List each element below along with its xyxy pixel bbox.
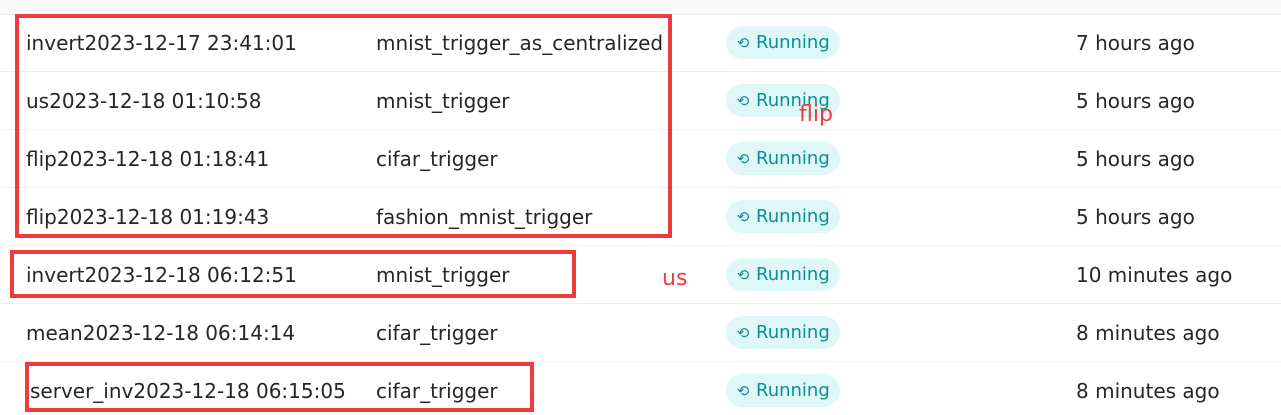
sync-icon: ⟲ bbox=[736, 208, 750, 226]
status-badge: ⟲ Running bbox=[726, 26, 840, 59]
status-label: Running bbox=[756, 380, 830, 401]
run-trigger: cifar_trigger bbox=[376, 379, 498, 403]
run-trigger: cifar_trigger bbox=[376, 147, 498, 171]
run-trigger: mnist_trigger bbox=[376, 263, 510, 287]
table-row[interactable]: server_inv2023-12-18 06:15:05 cifar_trig… bbox=[0, 362, 1281, 415]
run-name[interactable]: server_inv2023-12-18 06:15:05 bbox=[30, 362, 370, 415]
status-label: Running bbox=[756, 264, 830, 285]
run-name[interactable]: mean2023-12-18 06:14:14 bbox=[26, 304, 366, 362]
run-name[interactable]: invert2023-12-18 06:12:51 bbox=[26, 246, 366, 304]
status-badge: ⟲ Running bbox=[726, 374, 840, 407]
run-name[interactable]: us2023-12-18 01:10:58 bbox=[26, 72, 366, 130]
table-row[interactable]: mean2023-12-18 06:14:14 cifar_trigger ⟲ R… bbox=[0, 304, 1281, 362]
table-row[interactable]: us2023-12-18 01:10:58 mnist_trigger ⟲ Run… bbox=[0, 72, 1281, 130]
runs-table: invert2023-12-17 23:41:01 mnist_trigger_… bbox=[0, 0, 1281, 415]
run-name[interactable]: flip2023-12-18 01:18:41 bbox=[26, 130, 366, 188]
run-time: 5 hours ago bbox=[1076, 89, 1195, 113]
run-trigger: mnist_trigger_as_centralized bbox=[376, 31, 664, 55]
status-label: Running bbox=[756, 322, 830, 343]
run-time: 5 hours ago bbox=[1076, 205, 1195, 229]
status-label: Running bbox=[756, 206, 830, 227]
run-time: 8 minutes ago bbox=[1076, 321, 1220, 345]
sync-icon: ⟲ bbox=[736, 382, 750, 400]
sync-icon: ⟲ bbox=[736, 150, 750, 168]
sync-icon: ⟲ bbox=[736, 92, 750, 110]
annotation-label-flip: flip bbox=[799, 102, 833, 127]
run-trigger: mnist_trigger bbox=[376, 89, 510, 113]
run-time: 7 hours ago bbox=[1076, 31, 1195, 55]
run-time: 8 minutes ago bbox=[1076, 379, 1220, 403]
run-name[interactable]: flip2023-12-18 01:19:43 bbox=[26, 188, 366, 246]
status-badge: ⟲ Running bbox=[726, 316, 840, 349]
sync-icon: ⟲ bbox=[736, 266, 750, 284]
run-time: 10 minutes ago bbox=[1076, 263, 1233, 287]
sync-icon: ⟲ bbox=[736, 324, 750, 342]
table-row[interactable]: invert2023-12-17 23:41:01 mnist_trigger_… bbox=[0, 14, 1281, 72]
table-row[interactable]: flip2023-12-18 01:19:43 fashion_mnist_tr… bbox=[0, 188, 1281, 246]
status-badge: ⟲ Running bbox=[726, 258, 840, 291]
status-label: Running bbox=[756, 32, 830, 53]
status-badge: ⟲ Running bbox=[726, 142, 840, 175]
table-row[interactable]: invert2023-12-18 06:12:51 mnist_trigger … bbox=[0, 246, 1281, 304]
sync-icon: ⟲ bbox=[736, 34, 750, 52]
run-name[interactable]: invert2023-12-17 23:41:01 bbox=[26, 14, 366, 72]
run-trigger: cifar_trigger bbox=[376, 321, 498, 345]
table-top-strip bbox=[0, 0, 1281, 15]
status-label: Running bbox=[756, 148, 830, 169]
status-badge: ⟲ Running bbox=[726, 200, 840, 233]
run-trigger: fashion_mnist_trigger bbox=[376, 205, 593, 229]
annotation-label-us: us bbox=[662, 266, 688, 291]
table-row[interactable]: flip2023-12-18 01:18:41 cifar_trigger ⟲ R… bbox=[0, 130, 1281, 188]
run-time: 5 hours ago bbox=[1076, 147, 1195, 171]
